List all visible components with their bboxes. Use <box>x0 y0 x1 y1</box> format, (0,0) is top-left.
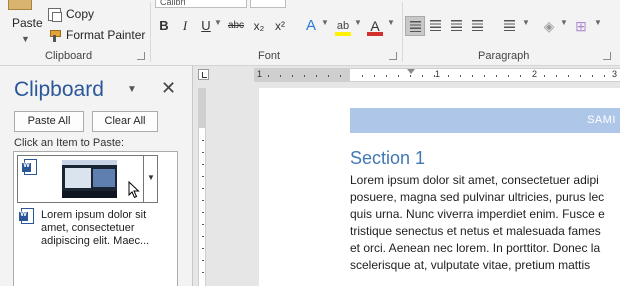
clipboard-item-list: ▼ Lorem ipsum dolor sit amet, consectetu… <box>13 151 178 286</box>
paint-bucket-icon: ◈ <box>543 18 555 34</box>
clipboard-dialog-launcher-icon[interactable] <box>137 52 145 60</box>
font-group-label: Font <box>258 50 281 62</box>
body-paragraph: Lorem ipsum dolor sit amet, consectetuer… <box>350 172 620 274</box>
group-divider <box>150 2 151 62</box>
ribbon: Paste ▼ Copy Format Painter Clipboard Ca… <box>0 0 620 66</box>
bold-button[interactable]: B <box>157 16 171 36</box>
justify-button[interactable] <box>468 16 488 36</box>
text-effects-icon[interactable]: A <box>302 16 320 36</box>
close-icon[interactable]: ✕ <box>161 78 176 99</box>
document-page[interactable]: SAMI Section 1 Lorem ipsum dolor sit ame… <box>259 88 620 286</box>
chevron-down-icon[interactable]: ▼ <box>321 18 329 27</box>
item-text-line: adipiscing elit. Maec... <box>41 235 150 247</box>
ruler-number: 1 <box>257 69 263 79</box>
copy-icon <box>48 7 62 22</box>
borders-button[interactable]: ⊞ <box>572 16 590 36</box>
clipboard-item-dropdown[interactable]: ▼ <box>144 155 158 203</box>
chevron-down-icon[interactable]: ▼ <box>387 18 395 27</box>
font-size-field[interactable] <box>250 0 286 8</box>
paste-button[interactable]: Paste ▼ <box>2 0 43 46</box>
shading-button[interactable]: ◈ <box>540 16 558 36</box>
group-divider <box>402 2 403 62</box>
word-doc-icon <box>22 159 37 175</box>
tab-selector-icon[interactable] <box>198 69 209 80</box>
ruler-number: 3 <box>612 69 618 79</box>
body-line: tristique senectus et netus et malesuada… <box>350 224 601 238</box>
align-right-icon <box>451 20 462 31</box>
first-line-indent-marker[interactable] <box>407 69 415 74</box>
highlight-color-swatch <box>335 32 351 36</box>
chevron-down-icon[interactable]: ▼ <box>354 18 362 27</box>
format-painter-button[interactable]: Format Painter <box>48 27 145 43</box>
font-dialog-launcher-icon[interactable] <box>389 52 397 60</box>
clipboard-icon <box>8 0 32 10</box>
justify-icon <box>472 20 483 31</box>
item-text-line: Lorem ipsum dolor sit <box>41 209 147 221</box>
ruler-margin <box>199 88 205 128</box>
document-area: 1 1 2 3 SAMI Section 1 Lorem ipsum dolor… <box>194 66 620 286</box>
line-spacing-button[interactable] <box>500 16 520 36</box>
clipboard-pane: Clipboard ▼ ✕ Paste All Clear All Click … <box>0 66 193 286</box>
strikethrough-button[interactable]: abc <box>225 16 247 36</box>
body-line: et orci. Aenean nec lorem. In porttitor.… <box>350 241 601 255</box>
clipboard-item-text[interactable]: Lorem ipsum dolor sit amet, consectetuer… <box>41 209 159 248</box>
align-left-button[interactable] <box>405 16 425 36</box>
document-banner: SAMI <box>350 108 620 133</box>
clipboard-item-image[interactable] <box>17 155 144 203</box>
highlight-button[interactable]: ab <box>334 16 352 36</box>
chevron-down-icon[interactable]: ▼ <box>560 18 568 27</box>
paste-all-button[interactable]: Paste All <box>14 111 84 132</box>
clear-all-button[interactable]: Clear All <box>92 111 158 132</box>
align-right-button[interactable] <box>447 16 467 36</box>
chevron-down-icon[interactable]: ▼ <box>21 34 30 44</box>
item-text-line: amet, consectetuer <box>41 222 135 234</box>
highlighter-icon: ab <box>336 20 350 32</box>
paragraph-dialog-launcher-icon[interactable] <box>603 52 611 60</box>
subscript-button[interactable]: x₂ <box>251 16 267 36</box>
chevron-down-icon[interactable]: ▼ <box>522 18 530 27</box>
body-line: posuere, magna sed pulvinar ultricies, p… <box>350 190 605 204</box>
format-painter-label: Format Painter <box>66 28 146 42</box>
ruler-number: 1 <box>435 69 441 79</box>
copy-label: Copy <box>66 7 95 21</box>
copy-button[interactable]: Copy <box>48 6 94 22</box>
italic-button[interactable]: I <box>178 16 192 36</box>
font-color-swatch <box>367 32 383 36</box>
paste-hint-text: Click an Item to Paste: <box>14 137 125 149</box>
underline-button[interactable]: U <box>199 16 213 36</box>
body-line: quis urna. Nunc viverra imperdiet enim. … <box>350 207 605 221</box>
pane-options-chevron-icon[interactable]: ▼ <box>127 84 137 95</box>
body-line: scelerisque at, vulputate vitae, pretium… <box>350 258 591 272</box>
format-painter-icon <box>48 29 61 42</box>
word-doc-icon <box>19 208 34 224</box>
pane-title: Clipboard <box>14 78 104 101</box>
align-center-icon <box>430 20 441 31</box>
section-heading: Section 1 <box>350 148 426 168</box>
font-color-button[interactable]: A <box>366 16 384 36</box>
ruler-number: 2 <box>532 69 538 79</box>
body-line: Lorem ipsum dolor sit amet, consectetuer… <box>350 173 599 187</box>
chevron-down-icon: ▼ <box>147 173 155 182</box>
borders-icon: ⊞ <box>575 18 587 34</box>
screenshot-thumbnail <box>62 160 117 198</box>
chevron-down-icon[interactable]: ▼ <box>594 18 602 27</box>
mouse-cursor-icon <box>128 181 140 199</box>
clipboard-group-label: Clipboard <box>45 50 93 62</box>
horizontal-ruler[interactable]: 1 1 2 3 <box>254 68 620 82</box>
align-center-button[interactable] <box>426 16 446 36</box>
chevron-down-icon[interactable]: ▼ <box>214 18 222 27</box>
align-left-icon <box>410 21 421 32</box>
paragraph-group-label: Paragraph <box>478 50 530 62</box>
superscript-button[interactable]: x² <box>272 16 288 36</box>
vertical-ruler[interactable] <box>198 88 206 286</box>
paste-label: Paste <box>12 16 43 30</box>
font-name-field[interactable]: Calibri <box>155 0 247 8</box>
line-spacing-icon <box>504 20 515 31</box>
